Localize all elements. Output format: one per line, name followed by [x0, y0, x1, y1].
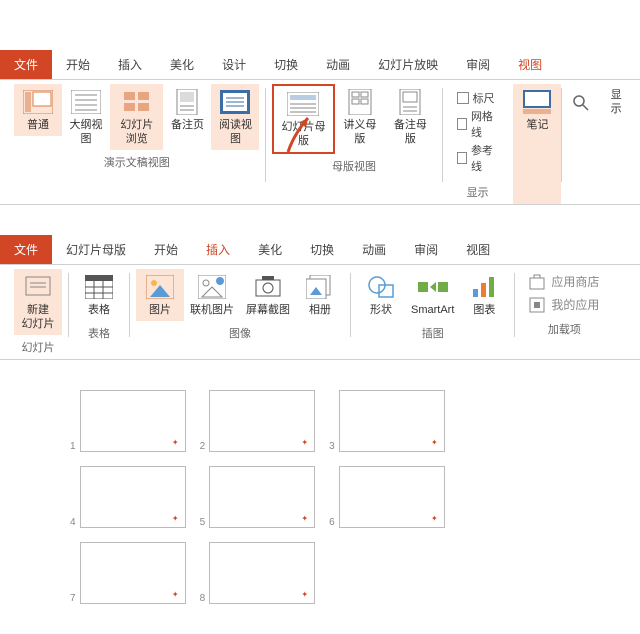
tab2-insert[interactable]: 插入	[192, 235, 244, 264]
tab-transition[interactable]: 切换	[260, 50, 312, 79]
thumb-number: 3	[329, 441, 335, 452]
chart-icon	[468, 273, 500, 301]
handout-master-button[interactable]: 讲义母版	[335, 84, 386, 150]
thumb-number: 8	[200, 593, 206, 604]
tab2-transition[interactable]: 切换	[296, 235, 348, 264]
tab2-slide-master[interactable]: 幻灯片母版	[52, 235, 140, 264]
ruler-checkbox[interactable]: 标尺	[457, 90, 499, 106]
group-addins: 应用商店 我的应用 加载项	[515, 269, 613, 359]
album-icon	[304, 273, 336, 301]
tab-beautify[interactable]: 美化	[156, 50, 208, 79]
tab-view[interactable]: 视图	[504, 50, 556, 79]
picture-icon	[144, 273, 176, 301]
group-slides: 新建 幻灯片 幻灯片	[8, 269, 68, 359]
notes-page-icon	[171, 88, 203, 116]
reading-view-icon	[219, 88, 251, 116]
tab-slideshow[interactable]: 幻灯片放映	[364, 50, 452, 79]
online-picture-button[interactable]: 联机图片	[184, 269, 240, 321]
screenshot-icon	[252, 273, 284, 301]
group-show: 标尺 网格线 参考线 显示	[443, 84, 513, 204]
slide-thumb[interactable]: ✦	[209, 466, 315, 528]
smartart-button[interactable]: SmartArt	[405, 269, 460, 321]
slide-thumbnails: 1✦ 2✦ 3✦ 4✦ 5✦ 6✦ 7✦ 8✦	[0, 360, 640, 634]
tab-animation[interactable]: 动画	[312, 50, 364, 79]
notes-master-button[interactable]: 备注母版	[385, 84, 436, 150]
new-slide-button[interactable]: 新建 幻灯片	[14, 269, 62, 335]
guides-checkbox[interactable]: 参考线	[457, 142, 499, 174]
group-illustrations: 形状 SmartArt 图表 插图	[351, 269, 514, 359]
slide-thumb[interactable]: ✦	[339, 390, 445, 452]
slide-thumb[interactable]: ✦	[80, 390, 186, 452]
outline-view-icon	[70, 88, 102, 116]
notes-icon	[521, 88, 553, 116]
group-master-views: 幻灯片母版 讲义母版 备注母版	[266, 84, 441, 204]
thumb-number: 7	[70, 593, 76, 604]
tab2-home[interactable]: 开始	[140, 235, 192, 264]
notes-master-icon	[394, 88, 426, 116]
new-slide-icon	[22, 273, 54, 301]
shapes-icon	[365, 273, 397, 301]
store-button[interactable]: 应用商店	[529, 273, 599, 290]
table-button[interactable]: 表格	[75, 269, 123, 321]
addins-icon	[529, 297, 545, 313]
shapes-button[interactable]: 形状	[357, 269, 405, 321]
ribbon2-toolbar: 新建 幻灯片 幻灯片 表格 表格	[0, 265, 640, 360]
slide-thumb[interactable]: ✦	[209, 390, 315, 452]
outline-view-button[interactable]: 大纲视图	[62, 84, 110, 150]
group-images: 图片 联机图片 屏幕截图	[130, 269, 350, 359]
my-addins-button[interactable]: 我的应用	[529, 296, 599, 313]
slide-thumb[interactable]: ✦	[339, 466, 445, 528]
thumb-number: 5	[200, 517, 206, 528]
zoom-button[interactable]: 显示	[600, 84, 632, 204]
album-button[interactable]: 相册	[296, 269, 344, 321]
tab2-beautify[interactable]: 美化	[244, 235, 296, 264]
thumb-number: 6	[329, 517, 335, 528]
slide-sorter-icon	[121, 88, 153, 116]
slide-thumb[interactable]: ✦	[209, 542, 315, 604]
tab2-review[interactable]: 审阅	[400, 235, 452, 264]
notes-button[interactable]: 笔记	[513, 84, 561, 204]
ribbon1-toolbar: 普通 大纲视图 幻灯片浏览	[0, 80, 640, 205]
thumb-number: 4	[70, 517, 76, 528]
gridlines-checkbox[interactable]: 网格线	[457, 108, 499, 140]
table-icon	[83, 273, 115, 301]
normal-view-button[interactable]: 普通	[14, 84, 62, 136]
tab2-view[interactable]: 视图	[452, 235, 504, 264]
tab-design[interactable]: 设计	[208, 50, 260, 79]
picture-button[interactable]: 图片	[136, 269, 184, 321]
slide-thumb[interactable]: ✦	[80, 466, 186, 528]
slide-sorter-button[interactable]: 幻灯片浏览	[110, 84, 163, 150]
tab2-file[interactable]: 文件	[0, 235, 52, 264]
slide-thumb[interactable]: ✦	[80, 542, 186, 604]
screenshot-button[interactable]: 屏幕截图	[240, 269, 296, 321]
thumb-number: 2	[200, 441, 206, 452]
ribbon2-tabs: 文件 幻灯片母版 开始 插入 美化 切换 动画 审阅 视图	[0, 235, 640, 265]
ribbon1-tabs: 文件 开始 插入 美化 设计 切换 动画 幻灯片放映 审阅 视图	[0, 50, 640, 80]
group-presentation-views: 普通 大纲视图 幻灯片浏览	[8, 84, 265, 204]
tab-file[interactable]: 文件	[0, 50, 52, 79]
normal-view-icon	[22, 88, 54, 116]
smartart-icon	[417, 273, 449, 301]
chart-button[interactable]: 图表	[460, 269, 508, 321]
handout-master-icon	[344, 88, 376, 116]
online-picture-icon	[196, 273, 228, 301]
store-icon	[529, 274, 545, 290]
tab-review[interactable]: 审阅	[452, 50, 504, 79]
reading-view-button[interactable]: 阅读视图	[211, 84, 259, 150]
group-tables: 表格 表格	[69, 269, 129, 359]
annotation-arrow	[286, 114, 316, 154]
tab2-animation[interactable]: 动画	[348, 235, 400, 264]
thumb-number: 1	[70, 441, 76, 452]
notes-page-button[interactable]: 备注页	[163, 84, 211, 136]
tab-insert[interactable]: 插入	[104, 50, 156, 79]
search-icon[interactable]	[562, 84, 600, 204]
tab-home[interactable]: 开始	[52, 50, 104, 79]
